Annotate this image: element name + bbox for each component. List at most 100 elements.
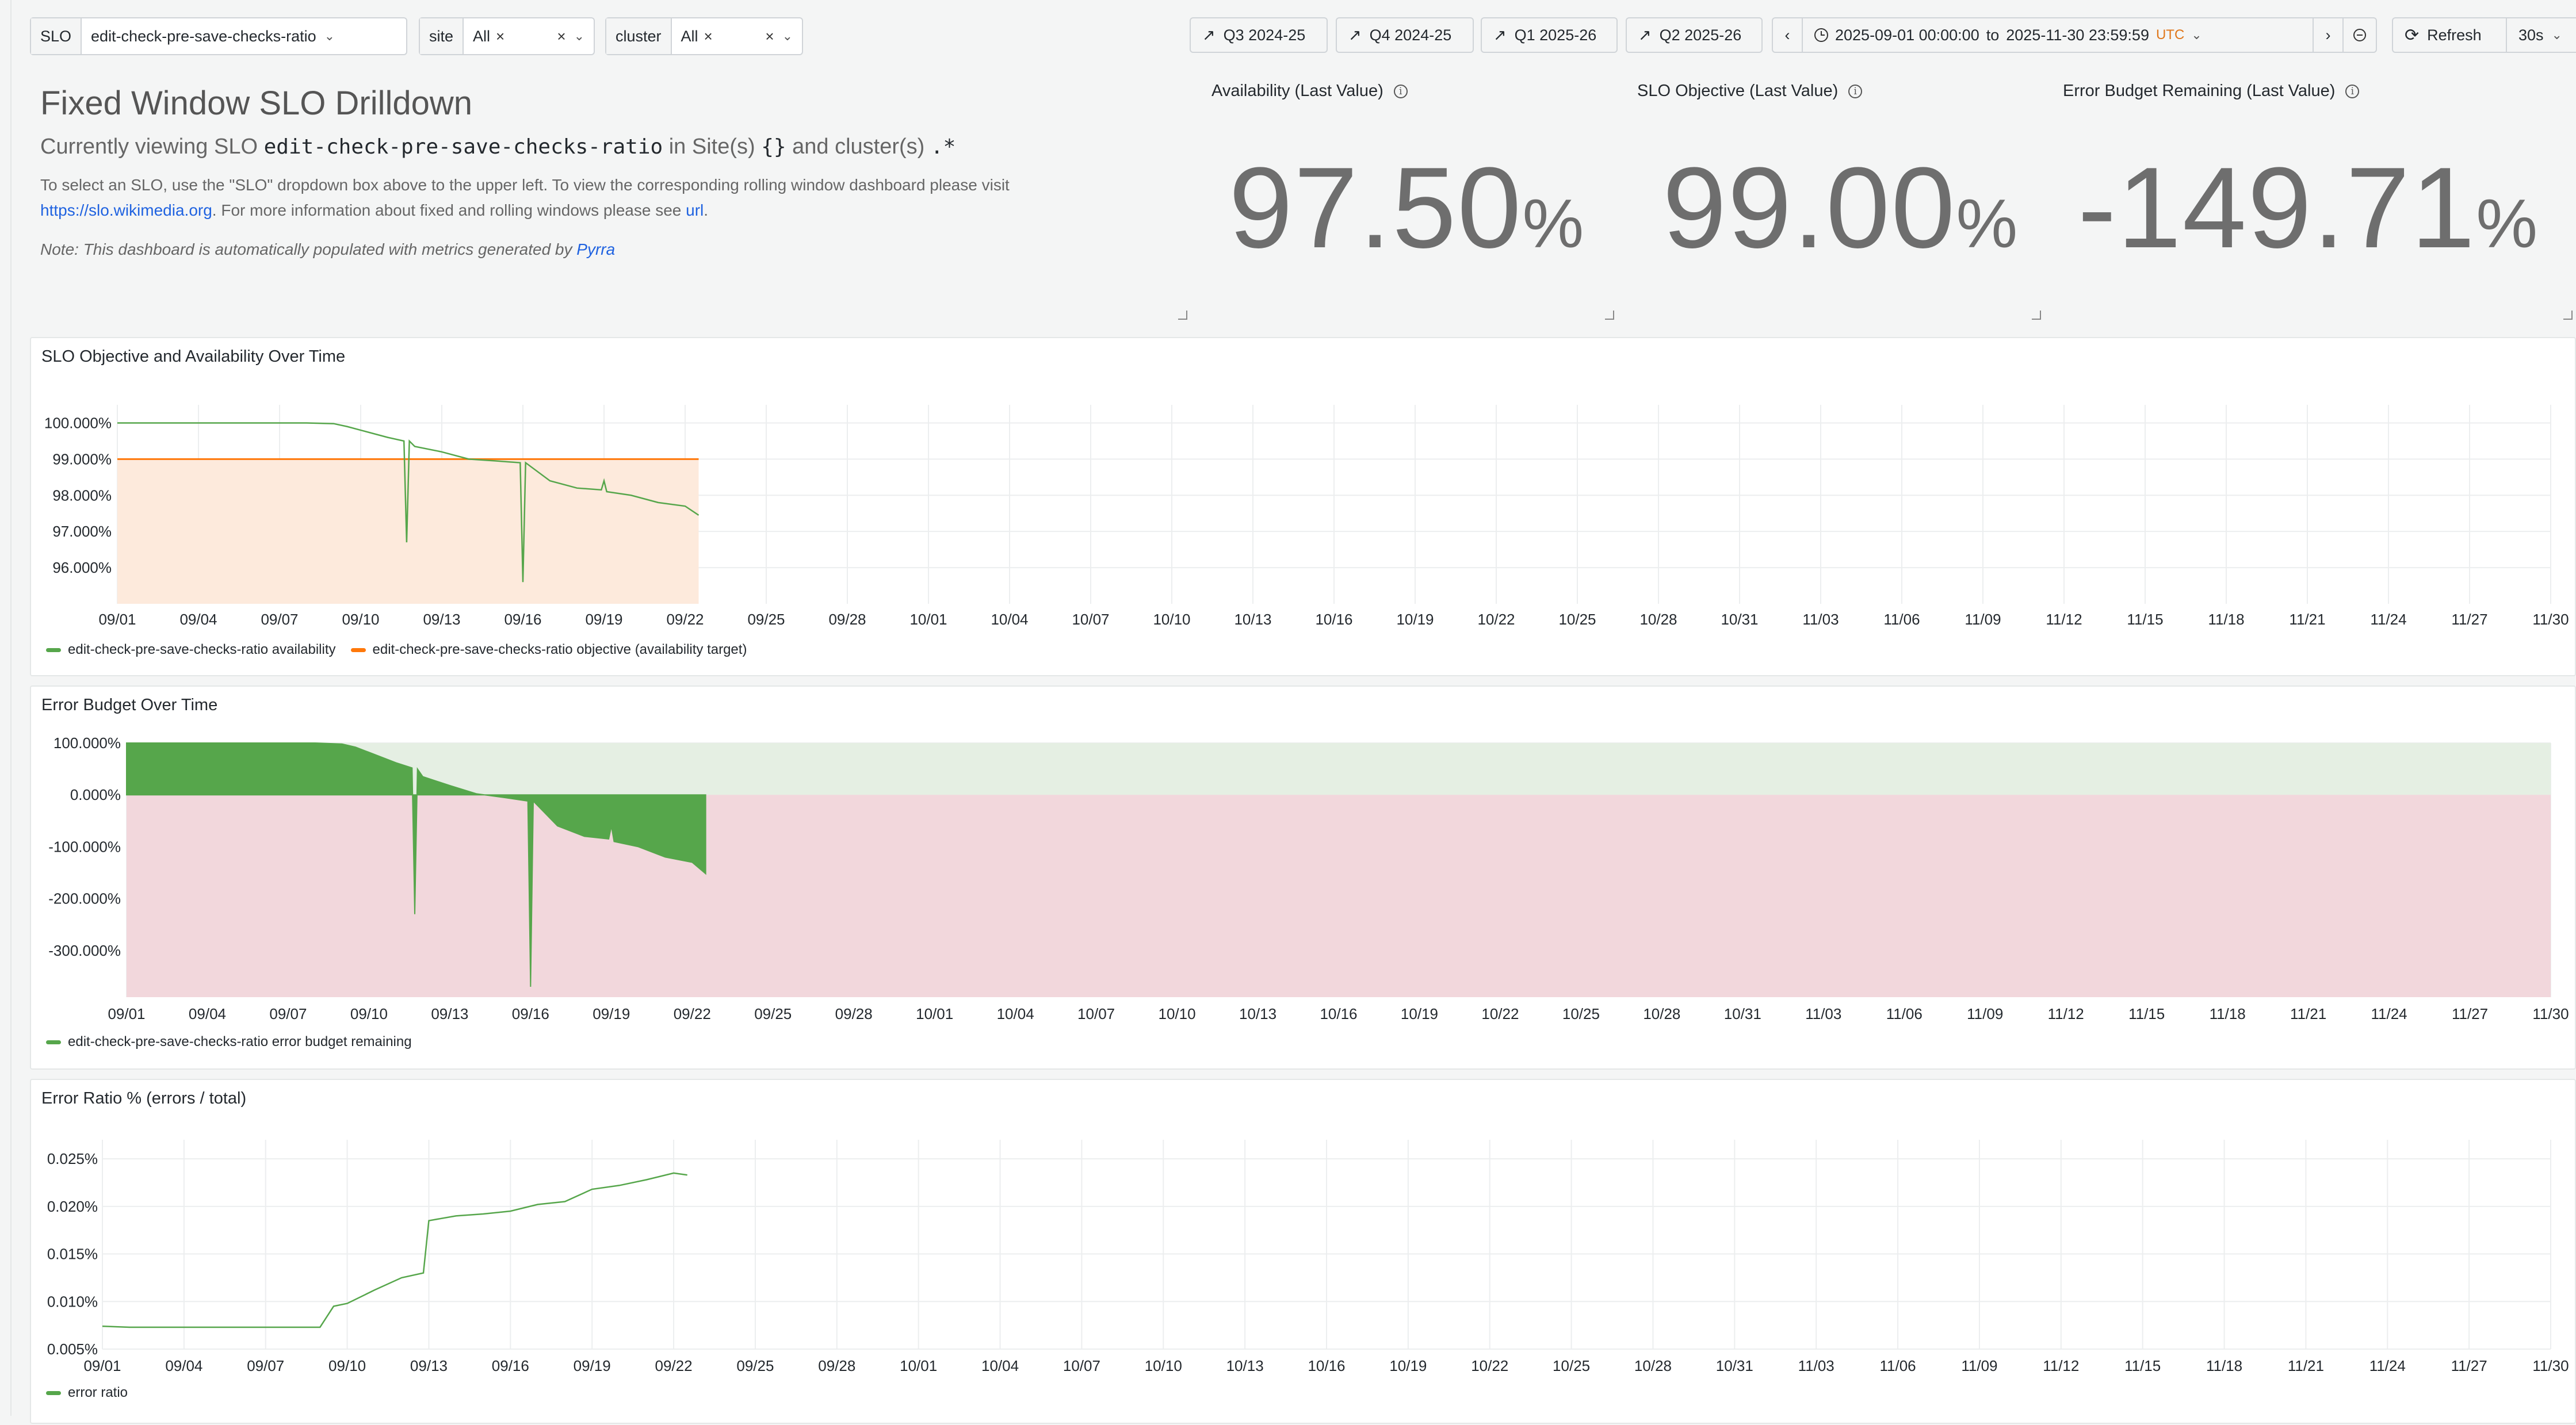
y-tick-label: 0.020% bbox=[47, 1198, 98, 1215]
x-tick-label: 11/09 bbox=[1961, 1357, 1997, 1374]
external-link-icon: ↗ bbox=[1493, 26, 1507, 44]
info-icon[interactable]: i bbox=[1393, 84, 1408, 98]
external-link-icon: ↗ bbox=[1348, 26, 1362, 44]
x-tick-label: 10/13 bbox=[1239, 1005, 1276, 1022]
dashboard-link-q3-2024-25[interactable]: ↗ Q3 2024-25 bbox=[1190, 17, 1328, 53]
x-tick-label: 10/25 bbox=[1562, 1005, 1600, 1022]
site-variable[interactable]: site All × × ⌄ bbox=[419, 17, 595, 55]
site-select[interactable]: All × × ⌄ bbox=[464, 18, 594, 54]
x-tick-label: 09/22 bbox=[674, 1005, 711, 1022]
info-icon[interactable]: i bbox=[2345, 84, 2360, 98]
x-tick-label: 11/06 bbox=[1883, 611, 1920, 628]
stat-number: 99.00 bbox=[1662, 144, 1956, 272]
note-prefix: Note: This dashboard is automatically po… bbox=[40, 240, 572, 258]
legend-swatch bbox=[46, 1390, 61, 1395]
legend-item-error-budget[interactable]: edit-check-pre-save-checks-ratio error b… bbox=[68, 1034, 412, 1050]
availability-stat-value: 97.50% bbox=[1229, 151, 1585, 266]
x-tick-label: 11/12 bbox=[2046, 611, 2082, 628]
y-tick-label: -300.000% bbox=[48, 942, 121, 959]
x-tick-label: 09/19 bbox=[593, 1005, 630, 1022]
remove-tag-icon[interactable]: × bbox=[704, 28, 713, 45]
resize-handle[interactable] bbox=[2563, 311, 2573, 320]
time-range-picker[interactable]: 2025-09-01 00:00:00 to 2025-11-30 23:59:… bbox=[1802, 17, 2314, 53]
cluster-select[interactable]: All × × ⌄ bbox=[672, 18, 802, 54]
refresh-interval-picker[interactable]: 30s ⌄ bbox=[2506, 17, 2576, 53]
and-clusters-text: and cluster(s) bbox=[792, 135, 925, 159]
y-tick-label: 0.025% bbox=[47, 1150, 98, 1167]
error-budget-stat-value: -149.71% bbox=[2078, 151, 2539, 266]
x-tick-label: 09/25 bbox=[754, 1005, 792, 1022]
x-tick-label: 11/21 bbox=[2288, 1357, 2324, 1374]
resize-handle[interactable] bbox=[1605, 311, 1614, 320]
x-tick-label: 10/31 bbox=[1724, 1005, 1761, 1022]
x-tick-label: 09/04 bbox=[189, 1005, 226, 1022]
error-budget-chart[interactable]: 09/01 09/04 09/07 09/10 09/13 09/16 09/19 09/22… bbox=[31, 687, 2576, 1071]
dashboard-link-q4-2024-25[interactable]: ↗ Q4 2024-25 bbox=[1336, 17, 1474, 53]
legend-swatch bbox=[350, 648, 366, 652]
x-tick-label: 09/28 bbox=[828, 611, 866, 628]
x-tick-label: 11/03 bbox=[1802, 611, 1839, 628]
x-tick-label: 11/15 bbox=[2128, 1005, 2165, 1022]
x-tick-label: 11/30 bbox=[2532, 611, 2569, 628]
stat-unit: % bbox=[2476, 185, 2539, 262]
positive-band bbox=[127, 743, 2551, 795]
x-tick-label: 10/19 bbox=[1389, 1357, 1427, 1374]
zoom-out-button[interactable] bbox=[2342, 17, 2377, 53]
legend-item-objective[interactable]: edit-check-pre-save-checks-ratio objecti… bbox=[373, 642, 747, 658]
x-tick-label: 10/01 bbox=[900, 1357, 937, 1374]
in-sites-text: in Site(s) bbox=[668, 135, 755, 159]
x-tick-label: 10/19 bbox=[1396, 611, 1434, 628]
slo-select[interactable]: edit-check-pre-save-checks-ratio ⌄ bbox=[82, 18, 344, 54]
y-tick-label: -100.000% bbox=[48, 838, 121, 855]
cluster-variable[interactable]: cluster All × × ⌄ bbox=[605, 17, 803, 55]
slo-availability-panel: SLO Objective and Availability Over Time… bbox=[30, 337, 2576, 676]
refresh-button[interactable]: ⟳ Refresh bbox=[2392, 17, 2507, 53]
x-tick-label: 09/07 bbox=[269, 1005, 307, 1022]
error-ratio-chart[interactable]: 09/01 09/04 09/07 09/10 09/13 09/16 09/19 09/22… bbox=[31, 1080, 2576, 1425]
url-link[interactable]: url bbox=[686, 201, 704, 219]
stat-title-label: SLO Objective (Last Value) bbox=[1637, 82, 1839, 100]
resize-handle[interactable] bbox=[1178, 311, 1187, 320]
site-select-value: All bbox=[473, 27, 491, 45]
y-tick-label: 0.005% bbox=[47, 1340, 98, 1358]
x-tick-label: 11/18 bbox=[2210, 1005, 2246, 1022]
x-tick-label: 11/27 bbox=[2451, 1357, 2487, 1374]
slo-select-value: edit-check-pre-save-checks-ratio bbox=[91, 27, 316, 45]
dashboard-link-label: Q4 2024-25 bbox=[1369, 26, 1452, 44]
slo-site-link[interactable]: https://slo.wikimedia.org bbox=[40, 201, 212, 219]
x-tick-label: 11/15 bbox=[2127, 611, 2163, 628]
clock-icon bbox=[1814, 28, 1828, 42]
time-forward-button[interactable]: › bbox=[2313, 17, 2344, 53]
resize-handle[interactable] bbox=[2032, 311, 2041, 320]
x-tick-label: 11/21 bbox=[2289, 611, 2325, 628]
slo-availability-chart[interactable]: 09/01 09/04 09/07 09/10 09/13 09/16 09/19 09/22… bbox=[31, 338, 2576, 677]
site-value: {} bbox=[761, 135, 786, 159]
timezone-label: UTC bbox=[2155, 27, 2185, 43]
y-tick-label: -200.000% bbox=[48, 890, 121, 907]
time-range-to: 2025-11-30 23:59:59 bbox=[2006, 26, 2149, 44]
availability-stat-title: Availability (Last Value) i bbox=[1211, 82, 1408, 101]
chevron-down-icon: ⌄ bbox=[574, 29, 584, 43]
x-tick-label: 09/13 bbox=[410, 1357, 448, 1374]
chevron-right-icon: › bbox=[2325, 26, 2331, 44]
dashboard-link-q2-2025-26[interactable]: ↗ Q2 2025-26 bbox=[1626, 17, 1763, 53]
x-tick-label: 09/10 bbox=[350, 1005, 388, 1022]
x-tick-label: 11/18 bbox=[2208, 611, 2244, 628]
error-budget-panel: Error Budget Over Time 09/01 09/04 09/07 09… bbox=[30, 685, 2576, 1070]
slo-variable[interactable]: SLO edit-check-pre-save-checks-ratio ⌄ bbox=[30, 17, 407, 55]
time-back-button[interactable]: ‹ bbox=[1772, 17, 1803, 53]
clear-icon[interactable]: × bbox=[765, 28, 774, 45]
legend-item-error-ratio[interactable]: error ratio bbox=[68, 1385, 128, 1401]
x-tick-label: 09/01 bbox=[108, 1005, 145, 1022]
dashboard-link-q1-2025-26[interactable]: ↗ Q1 2025-26 bbox=[1481, 17, 1618, 53]
y-tick-label: 0.000% bbox=[70, 786, 121, 803]
x-tick-label: 10/16 bbox=[1315, 611, 1352, 628]
remove-tag-icon[interactable]: × bbox=[496, 28, 505, 45]
y-tick-label: 96.000% bbox=[52, 559, 112, 576]
legend-item-availability[interactable]: edit-check-pre-save-checks-ratio availab… bbox=[68, 642, 336, 658]
info-icon[interactable]: i bbox=[1848, 84, 1863, 98]
clear-icon[interactable]: × bbox=[557, 28, 565, 45]
x-tick-label: 09/04 bbox=[179, 611, 217, 628]
x-tick-label: 10/22 bbox=[1481, 1005, 1519, 1022]
pyrra-link[interactable]: Pyrra bbox=[576, 240, 615, 258]
